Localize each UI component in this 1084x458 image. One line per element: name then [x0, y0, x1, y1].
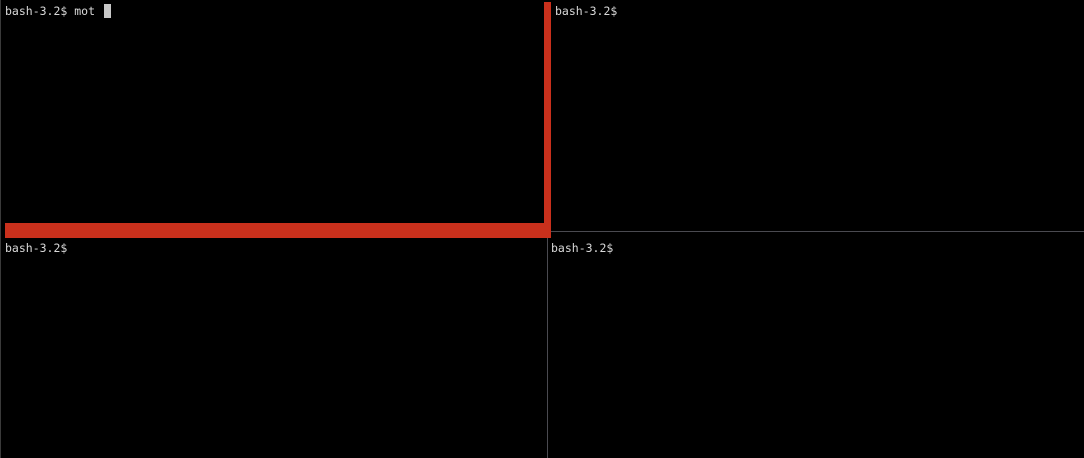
shell-prompt: bash-3.2$	[5, 241, 68, 255]
shell-prompt: bash-3.2$	[551, 241, 614, 255]
terminal-pane-bottom-left[interactable]: bash-3.2$	[1, 240, 547, 458]
terminal-pane-bottom-right[interactable]: bash-3.2$	[549, 233, 1084, 458]
command-line[interactable]: bash-3.2$	[5, 241, 67, 255]
shell-prompt: bash-3.2$	[5, 4, 68, 18]
active-pane-border-bottom	[5, 223, 551, 238]
command-line[interactable]: bash-3.2$	[551, 241, 613, 255]
shell-prompt: bash-3.2$	[555, 4, 618, 18]
terminal-pane-top-right[interactable]: bash-3.2$	[551, 0, 1084, 231]
text-cursor	[103, 4, 111, 18]
terminal-pane-top-left[interactable]: bash-3.2$ mot	[1, 0, 544, 222]
command-line[interactable]: bash-3.2$ mot	[5, 4, 111, 18]
command-line[interactable]: bash-3.2$	[555, 4, 617, 18]
pane-divider-horizontal[interactable]	[551, 231, 1084, 232]
command-input[interactable]: mot	[67, 4, 102, 18]
pane-divider-vertical[interactable]	[547, 233, 548, 458]
active-pane-border-right	[544, 2, 551, 238]
